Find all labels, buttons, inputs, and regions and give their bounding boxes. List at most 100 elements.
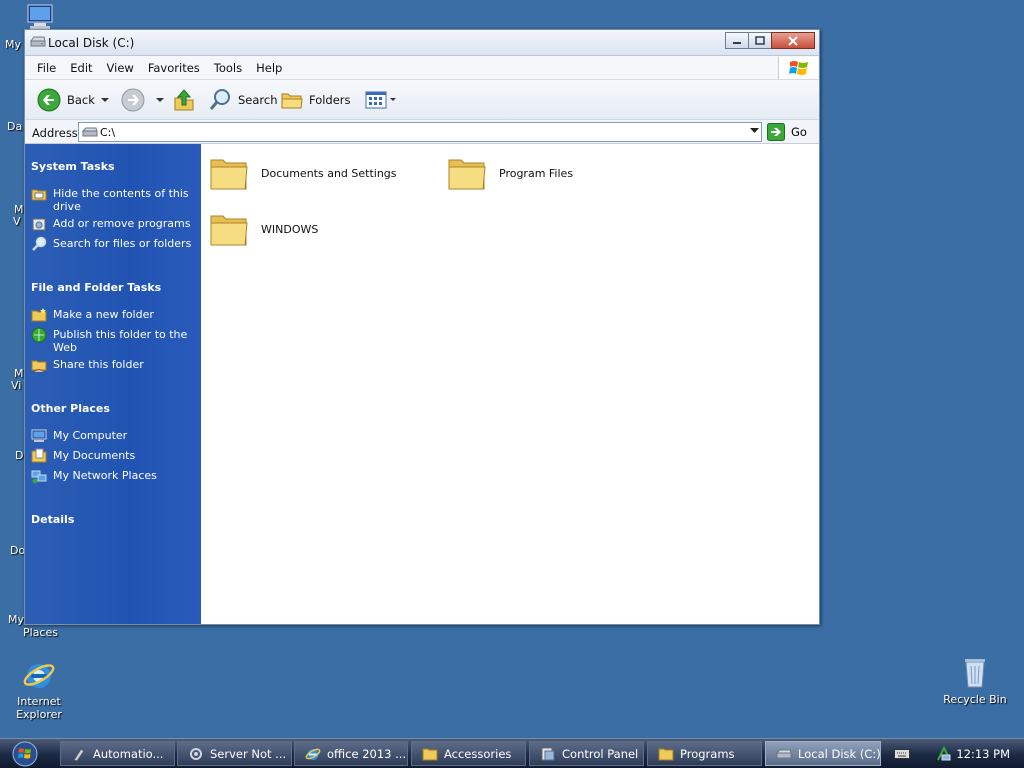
- internet-explorer-shortcut[interactable]: Internet Explorer: [4, 658, 74, 721]
- task-accessories[interactable]: Accessories: [411, 741, 526, 766]
- recycle-bin-shortcut[interactable]: Recycle Bin: [940, 656, 1010, 706]
- task-programs[interactable]: Programs: [647, 741, 762, 766]
- task-add-remove-programs[interactable]: Add or remove programs: [31, 217, 197, 232]
- desktop-label-partial-6[interactable]: D: [15, 449, 23, 462]
- network-tray-icon[interactable]: [936, 746, 952, 762]
- file-list[interactable]: Documents and Settings Program Files WIN…: [201, 144, 819, 624]
- system-tray: 12:13 PM: [888, 739, 1024, 768]
- address-dropdown-icon[interactable]: [750, 128, 759, 134]
- go-label: Go: [791, 125, 807, 139]
- place-my-network-places-label: My Network Places: [53, 469, 157, 482]
- place-my-computer-label: My Computer: [53, 429, 128, 442]
- task-share-folder[interactable]: Share this folder: [31, 358, 197, 373]
- task-pane: System Tasks Hide the contents of this d…: [25, 144, 201, 624]
- my-computer-desktop-icon[interactable]: [26, 4, 54, 30]
- minimize-icon: [733, 41, 741, 44]
- file-folder-tasks-heading[interactable]: File and Folder Tasks: [31, 281, 161, 294]
- automation-icon: [73, 747, 85, 762]
- task-automation[interactable]: Automatio...: [60, 741, 175, 766]
- task-make-new-folder-label: Make a new folder: [53, 308, 154, 321]
- address-input[interactable]: [100, 125, 720, 139]
- back-button[interactable]: Back: [37, 88, 95, 112]
- desktop-places-label[interactable]: Places: [23, 626, 58, 639]
- task-office-2013[interactable]: office 2013 ...: [294, 741, 408, 766]
- title-bar[interactable]: Local Disk (C:): [25, 30, 819, 56]
- task-control-panel[interactable]: Control Panel: [529, 741, 644, 766]
- views-button[interactable]: [365, 88, 396, 112]
- hard-drive-icon: [30, 36, 46, 47]
- menu-tools[interactable]: Tools: [214, 61, 250, 75]
- close-icon: [788, 35, 798, 46]
- place-my-computer[interactable]: My Computer: [31, 429, 197, 444]
- forward-dropdown-icon[interactable]: [156, 98, 164, 103]
- forward-arrow-icon: [121, 88, 145, 112]
- place-my-documents[interactable]: My Documents: [31, 448, 197, 464]
- place-my-network-places[interactable]: My Network Places: [31, 469, 197, 484]
- menu-favorites[interactable]: Favorites: [148, 61, 208, 75]
- folder-icon: [210, 159, 248, 190]
- desktop-label-partial-1[interactable]: Da: [7, 120, 22, 133]
- search-files-icon: [32, 236, 47, 251]
- folder-icon: [658, 748, 674, 760]
- go-button[interactable]: Go: [767, 123, 807, 141]
- back-label: Back: [67, 93, 95, 107]
- task-server-not-label: Server Not ...: [210, 746, 287, 761]
- menu-help[interactable]: Help: [256, 61, 290, 75]
- folder-icon: [210, 215, 248, 246]
- menu-edit[interactable]: Edit: [70, 61, 100, 75]
- task-automation-label: Automatio...: [93, 746, 164, 761]
- other-places-heading[interactable]: Other Places: [31, 402, 110, 415]
- folder-windows[interactable]: WINDOWS: [209, 210, 318, 248]
- folders-button[interactable]: Folders: [281, 88, 351, 112]
- minimize-button[interactable]: [725, 32, 749, 49]
- task-add-remove-programs-label: Add or remove programs: [53, 217, 191, 230]
- publish-web-icon: [31, 327, 47, 343]
- task-server-not[interactable]: Server Not ...: [177, 741, 292, 766]
- close-button[interactable]: [771, 32, 815, 49]
- desktop-label-partial-8[interactable]: My: [8, 613, 24, 626]
- drive-icon: [82, 127, 98, 137]
- forward-button[interactable]: [121, 88, 145, 112]
- maximize-button[interactable]: [748, 32, 772, 49]
- address-field[interactable]: [78, 122, 762, 142]
- desktop-label-partial-7[interactable]: Do: [10, 544, 25, 557]
- task-publish-web[interactable]: Publish this folder to the Web: [31, 327, 197, 354]
- my-computer-icon: [31, 429, 47, 442]
- explorer-window: Local Disk (C:) File Edit View Favorites…: [24, 29, 820, 625]
- internet-explorer-icon: [305, 748, 321, 760]
- desktop-label-partial-0[interactable]: My: [5, 38, 21, 51]
- search-icon: [209, 89, 230, 110]
- clock[interactable]: 12:13 PM: [956, 747, 1010, 761]
- task-programs-label: Programs: [680, 746, 735, 761]
- folder-documents-and-settings[interactable]: Documents and Settings: [209, 154, 397, 192]
- my-documents-icon: [31, 448, 47, 463]
- back-dropdown-icon[interactable]: [101, 98, 109, 103]
- menu-view[interactable]: View: [107, 61, 142, 75]
- up-button[interactable]: [173, 88, 195, 112]
- start-button[interactable]: [3, 740, 47, 768]
- add-remove-programs-icon: [32, 218, 46, 231]
- menu-file[interactable]: File: [25, 61, 64, 75]
- task-search-files[interactable]: Search for files or folders: [31, 236, 197, 252]
- folders-icon: [281, 93, 303, 109]
- folders-label: Folders: [309, 93, 351, 107]
- task-local-disk[interactable]: Local Disk (C:): [765, 741, 881, 766]
- views-dropdown-icon: [390, 98, 396, 101]
- folder-program-files-label: Program Files: [499, 166, 574, 180]
- desktop-label-partial-3[interactable]: V: [13, 215, 21, 228]
- keyboard-icon[interactable]: [894, 749, 910, 759]
- system-tasks-heading[interactable]: System Tasks: [31, 160, 115, 173]
- search-button[interactable]: Search: [208, 88, 278, 112]
- task-hide-drive-contents[interactable]: Hide the contents of this drive: [31, 187, 197, 213]
- task-make-new-folder[interactable]: Make a new folder: [31, 308, 197, 323]
- desktop-label-partial-5[interactable]: Vi: [11, 379, 21, 392]
- folder-icon: [448, 159, 486, 190]
- search-label: Search: [238, 93, 278, 107]
- details-heading[interactable]: Details: [31, 513, 74, 526]
- task-local-disk-label: Local Disk (C:): [798, 746, 881, 761]
- control-panel-icon: [541, 747, 555, 760]
- taskbar: Automatio... Server Not ... office 2013 …: [0, 738, 1024, 768]
- network-places-icon: [31, 470, 47, 484]
- recycle-bin-label: Recycle Bin: [943, 693, 1007, 706]
- folder-program-files[interactable]: Program Files: [447, 154, 573, 192]
